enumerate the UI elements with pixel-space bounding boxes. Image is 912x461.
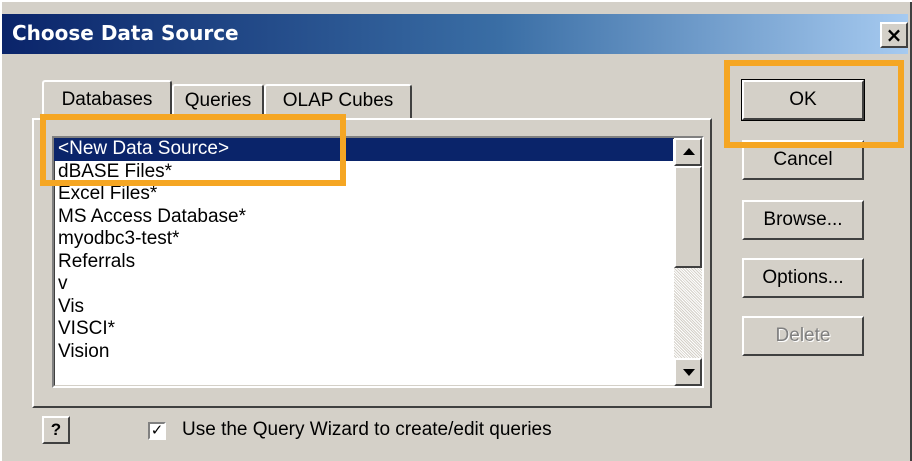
list-item[interactable]: dBASE Files* — [54, 161, 673, 184]
query-wizard-checkbox[interactable]: ✓ — [148, 422, 166, 440]
data-source-items: <New Data Source> dBASE Files* Excel Fil… — [54, 138, 673, 363]
tab-databases[interactable]: Databases — [42, 80, 172, 120]
scrollbar-thumb[interactable] — [674, 166, 702, 268]
scroll-down-button[interactable] — [674, 358, 702, 386]
scroll-up-button[interactable] — [674, 138, 702, 166]
help-button[interactable]: ? — [42, 416, 70, 444]
data-source-list[interactable]: <New Data Source> dBASE Files* Excel Fil… — [52, 136, 704, 388]
query-wizard-label[interactable]: Use the Query Wizard to create/edit quer… — [182, 419, 552, 441]
scroll-down-icon — [683, 369, 695, 376]
list-item[interactable]: Excel Files* — [54, 183, 673, 206]
list-item-new-data-source[interactable]: <New Data Source> — [54, 138, 673, 161]
ok-button[interactable]: OK — [741, 79, 865, 121]
choose-data-source-dialog: Choose Data Source × Databases Queries O… — [0, 0, 912, 461]
close-icon: × — [885, 23, 903, 47]
vertical-scrollbar[interactable] — [674, 138, 702, 386]
list-item[interactable]: Vision — [54, 341, 673, 364]
cancel-button[interactable]: Cancel — [742, 140, 864, 180]
list-item[interactable]: Referrals — [54, 251, 673, 274]
close-button[interactable]: × — [880, 22, 908, 48]
list-item[interactable]: v — [54, 273, 673, 296]
options-button[interactable]: Options... — [742, 258, 864, 298]
title-bar[interactable]: Choose Data Source × — [2, 14, 908, 54]
tab-databases-label: Databases — [61, 89, 153, 110]
tab-queries-label: Queries — [184, 90, 252, 111]
list-item[interactable]: VISCI* — [54, 318, 673, 341]
scroll-up-icon — [683, 148, 695, 155]
browse-button[interactable]: Browse... — [742, 200, 864, 240]
list-item[interactable]: Vis — [54, 296, 673, 319]
tab-olap-cubes-label: OLAP Cubes — [282, 90, 394, 111]
checkmark-icon: ✓ — [150, 422, 164, 439]
tab-olap-cubes[interactable]: OLAP Cubes — [264, 84, 412, 118]
list-item[interactable]: myodbc3-test* — [54, 228, 673, 251]
list-item[interactable]: MS Access Database* — [54, 206, 673, 229]
window-title: Choose Data Source — [12, 21, 239, 45]
help-icon: ? — [50, 420, 62, 439]
delete-button: Delete — [742, 316, 864, 356]
tab-queries[interactable]: Queries — [172, 84, 264, 118]
